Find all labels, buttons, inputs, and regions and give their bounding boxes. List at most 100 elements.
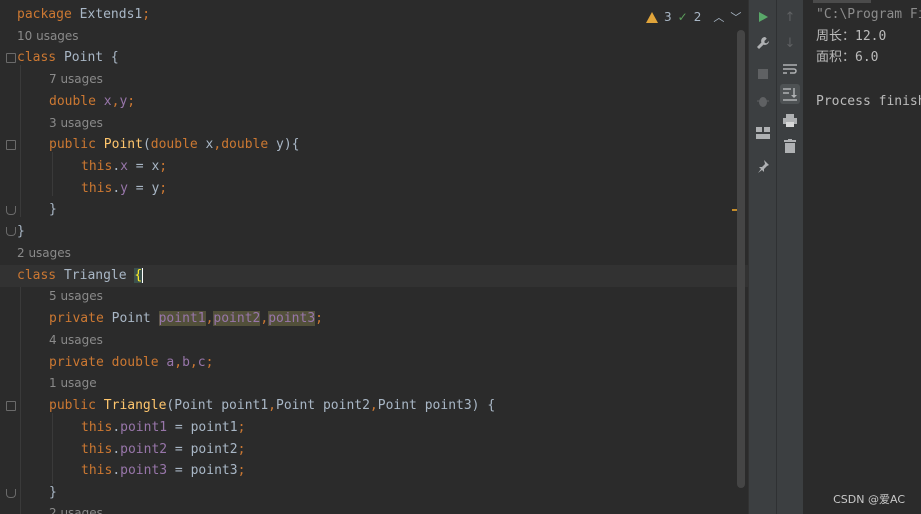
usages-hint-label[interactable]: 2 usages [17, 243, 71, 265]
arrow-down-icon[interactable]: ↓ [780, 33, 800, 53]
chevron-down-icon[interactable]: ﹀ [730, 9, 741, 25]
code-line[interactable]: class Point { [0, 47, 748, 69]
code-text: Extends1 [71, 7, 143, 22]
code-text: = point3 [167, 463, 238, 478]
code-line[interactable]: this.point1 = point1; [0, 417, 748, 439]
field-name: x [120, 159, 128, 174]
usages-hint[interactable]: 2 usages [0, 503, 748, 514]
usages-hint-label[interactable]: 3 usages [49, 113, 103, 135]
keyword: this [81, 181, 113, 196]
usages-hint[interactable]: 10 usages [0, 26, 748, 48]
code-line[interactable]: this.point3 = point3; [0, 460, 748, 482]
keyword: class [17, 50, 57, 65]
keyword: double [221, 137, 269, 152]
pin-icon[interactable] [753, 156, 773, 176]
keyword: this [81, 159, 113, 174]
code-line[interactable]: } [0, 482, 748, 504]
check-count: 2 [693, 10, 702, 24]
dot: . [112, 463, 121, 478]
usages-hint-label[interactable]: 5 usages [49, 286, 103, 308]
usages-hint-label[interactable]: 1 usage [49, 373, 97, 395]
code-text: = x [127, 159, 160, 174]
code-line[interactable]: private double a,b,c; [0, 352, 748, 374]
code-text: = point2 [167, 442, 238, 457]
code-text: y){ [268, 137, 300, 152]
scroll-to-end-icon[interactable] [780, 84, 800, 104]
semicolon: ; [142, 7, 151, 22]
closing-brace: } [49, 202, 57, 217]
run-icon[interactable] [753, 7, 773, 27]
warning-icon [646, 11, 658, 23]
code-text: x [197, 137, 214, 152]
arrow-up-icon[interactable]: ↑ [780, 7, 800, 27]
code-editor[interactable]: package Extends1; 10 usages class Point … [0, 0, 748, 514]
code-line[interactable]: } [0, 199, 748, 221]
soft-wrap-icon[interactable] [780, 59, 800, 79]
code-line-current[interactable]: class Triangle { [0, 265, 748, 287]
wrench-icon[interactable] [753, 33, 773, 53]
print-icon[interactable] [780, 110, 800, 130]
console-perimeter-line: 周长：12.0 [816, 29, 887, 44]
code-text: Point [103, 311, 159, 326]
code-text: = point1 [167, 420, 238, 435]
semicolon: ; [237, 463, 246, 478]
keyword: public [49, 398, 96, 413]
run-toolbar [748, 0, 777, 514]
usages-hint[interactable]: 1 usage [0, 373, 748, 395]
usages-hint[interactable]: 7 usages [0, 69, 748, 91]
warning-count: 3 [664, 10, 672, 24]
usages-hint[interactable]: 5 usages [0, 286, 748, 308]
code-text: (Point point1 [166, 398, 269, 413]
code-line[interactable]: double x,y; [0, 91, 748, 113]
code-line[interactable]: this.x = x; [0, 156, 748, 178]
semicolon: ; [159, 159, 168, 174]
keyword: double [150, 137, 198, 152]
console-command-line: "C:\Program Fi [816, 7, 921, 22]
code-line[interactable]: public Triangle(Point point1,Point point… [0, 395, 748, 417]
stop-icon[interactable] [753, 64, 773, 84]
keyword: double [49, 94, 96, 109]
keyword: this [81, 420, 113, 435]
csdn-watermark: CSDN @爱AC [833, 493, 905, 506]
inspection-widget[interactable]: 3 ✓ 2 ︿ ﹀ [646, 8, 741, 26]
semicolon: ; [315, 311, 323, 326]
trash-icon[interactable] [780, 136, 800, 156]
semicolon: ; [205, 355, 214, 370]
semicolon: ; [237, 420, 246, 435]
comma: , [260, 311, 269, 326]
keyword: double [111, 355, 159, 370]
keyword: private [49, 355, 104, 370]
semicolon: ; [127, 94, 136, 109]
usages-hint-label[interactable]: 10 usages [17, 26, 79, 48]
keyword: package [17, 7, 72, 22]
usages-hint-label[interactable]: 4 usages [49, 330, 103, 352]
comma: , [369, 398, 378, 413]
code-line[interactable]: this.y = y; [0, 178, 748, 200]
dot: . [112, 159, 121, 174]
code-text: Point { [56, 50, 119, 65]
usages-hint[interactable]: 4 usages [0, 330, 748, 352]
code-line[interactable]: public Point(double x,double y){ [0, 134, 748, 156]
semicolon: ; [237, 442, 246, 457]
field-name-highlighted: point2 [213, 311, 261, 326]
field-name: point2 [120, 442, 168, 457]
usages-hint[interactable]: 2 usages [0, 243, 748, 265]
console-output[interactable]: "C:\Program Fi 周长：12.0 面积：6.0 Process fi… [803, 0, 921, 514]
vertical-scrollbar[interactable] [737, 30, 745, 488]
field-name: c [197, 355, 206, 370]
usages-hint[interactable]: 3 usages [0, 113, 748, 135]
chevron-up-icon[interactable]: ︿ [713, 9, 724, 25]
code-line[interactable]: package Extends1; [0, 4, 748, 26]
code-text: Point point2 [276, 398, 370, 413]
bug-icon[interactable] [753, 91, 773, 111]
code-line[interactable]: this.point2 = point2; [0, 439, 748, 461]
usages-hint-label[interactable]: 7 usages [49, 69, 103, 91]
code-text: = y [127, 181, 160, 196]
usages-hint-label[interactable]: 2 usages [49, 503, 103, 514]
field-name: point3 [120, 463, 168, 478]
code-line[interactable]: private Point point1,point2,point3; [0, 308, 748, 330]
code-line[interactable]: } [0, 221, 748, 243]
layout-icon[interactable] [753, 123, 773, 143]
